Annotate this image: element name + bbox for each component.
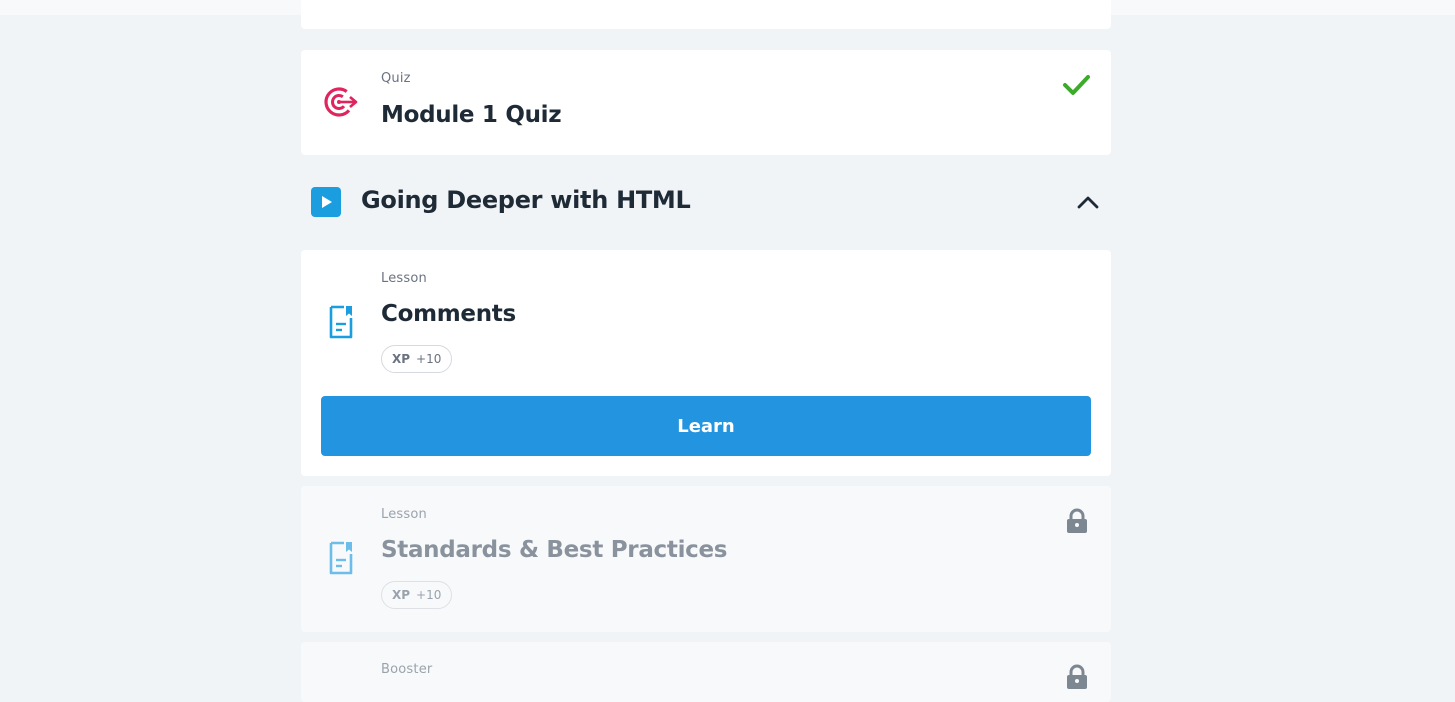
xp-value: +10 [416, 352, 442, 366]
section-title: Going Deeper with HTML [361, 186, 691, 214]
quiz-card[interactable]: Quiz Module 1 Quiz [301, 50, 1111, 155]
booster-card[interactable]: Booster [301, 642, 1111, 702]
xp-label: XP [392, 352, 411, 366]
lesson-card-standards[interactable]: Lesson Standards & Best Practices XP +10 [301, 486, 1111, 632]
chevron-up-icon[interactable] [1075, 190, 1101, 214]
xp-badge: XP +10 [381, 581, 453, 609]
booster-kind-label: Booster [381, 662, 433, 677]
lesson-title: Comments [381, 301, 516, 327]
target-icon [324, 87, 358, 117]
previous-card [301, 0, 1111, 29]
xp-value: +10 [416, 588, 442, 602]
learn-button[interactable]: Learn [321, 396, 1091, 456]
lesson-kind-label: Lesson [381, 507, 427, 522]
xp-label: XP [392, 588, 411, 602]
document-icon [329, 541, 353, 575]
lesson-card-comments[interactable]: Lesson Comments XP +10 Learn [301, 250, 1111, 476]
section-header[interactable]: Going Deeper with HTML [301, 175, 1111, 229]
document-icon [329, 305, 353, 339]
lesson-kind-label: Lesson [381, 271, 427, 286]
xp-badge: XP +10 [381, 345, 453, 373]
lesson-title: Standards & Best Practices [381, 537, 728, 563]
lock-icon [1067, 508, 1087, 533]
quiz-title: Module 1 Quiz [381, 102, 562, 128]
completed-check-icon [1063, 75, 1090, 95]
play-icon [311, 187, 341, 217]
quiz-kind-label: Quiz [381, 71, 411, 86]
lock-icon [1067, 664, 1087, 689]
